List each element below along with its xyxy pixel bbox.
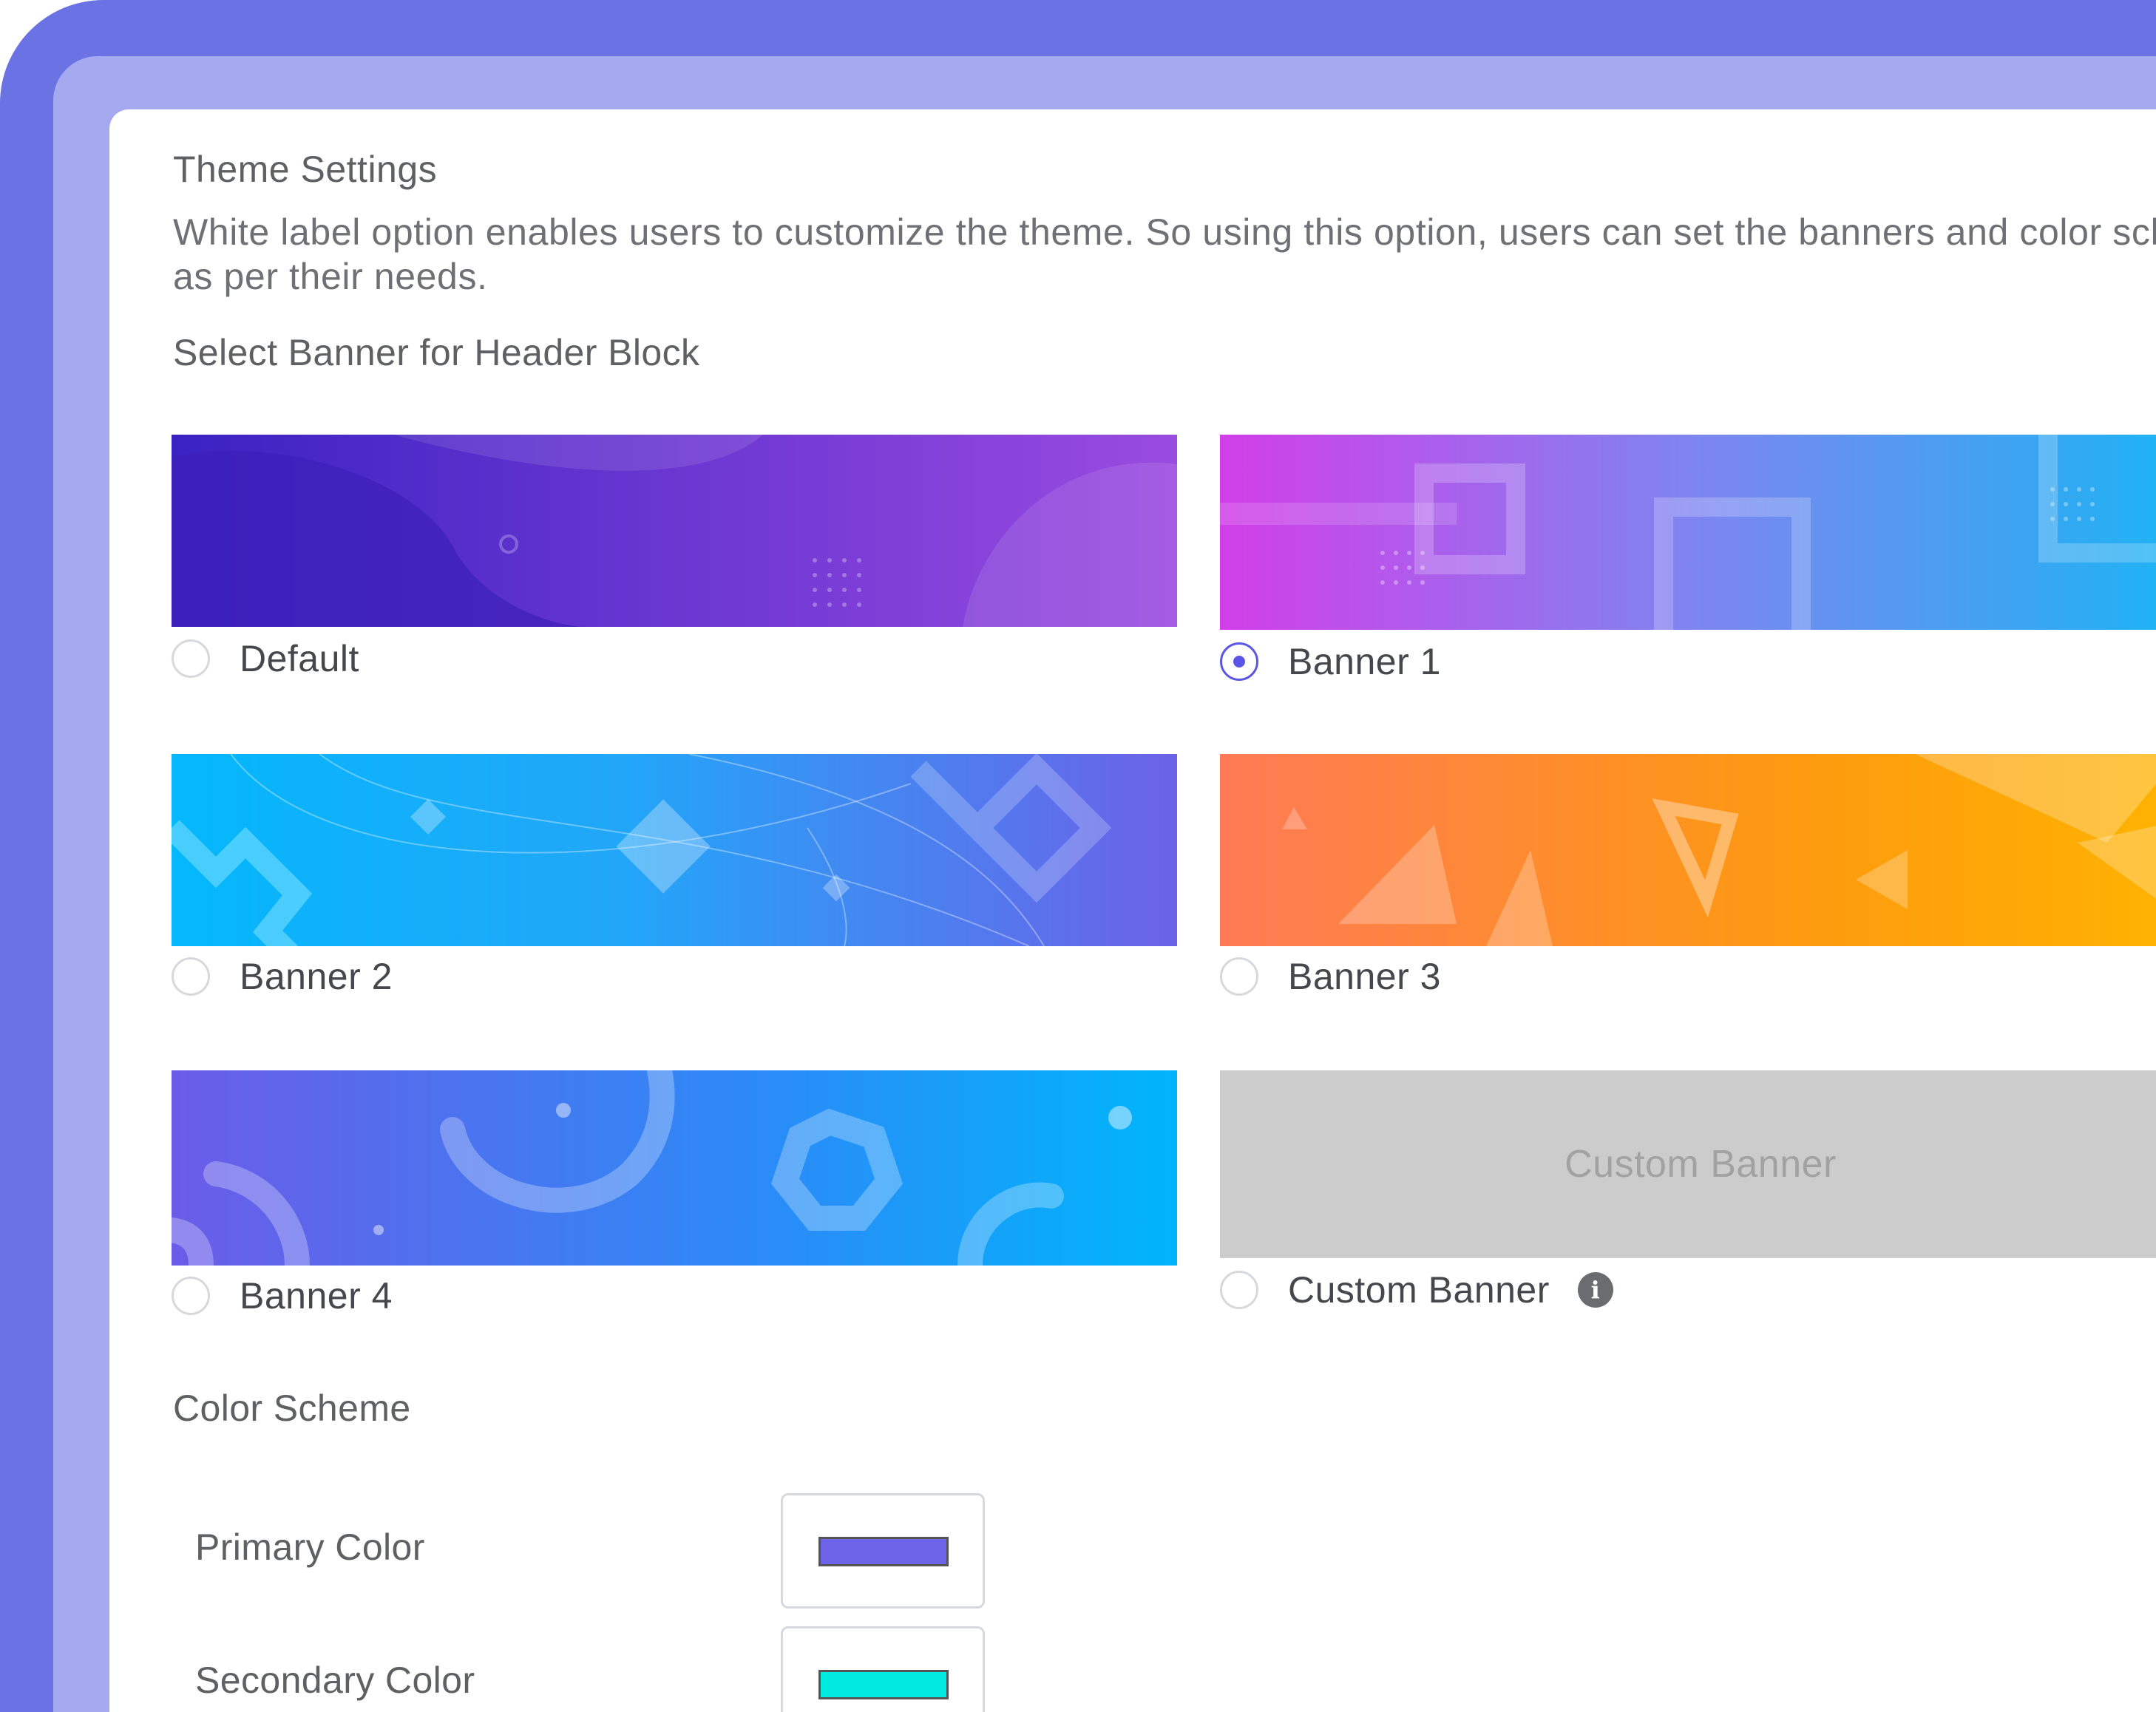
banner-3-option[interactable]: Banner 3 bbox=[1220, 955, 1441, 998]
banner-4-option[interactable]: Banner 4 bbox=[172, 1274, 393, 1317]
banner-3-radio[interactable] bbox=[1220, 957, 1258, 996]
banner-2-art bbox=[172, 754, 1177, 946]
banner-4-preview[interactable] bbox=[172, 1070, 1177, 1266]
banner-default-radio[interactable] bbox=[172, 639, 210, 678]
primary-color-picker[interactable] bbox=[781, 1493, 985, 1609]
color-scheme-label: Color Scheme bbox=[173, 1387, 411, 1429]
custom-banner-placeholder[interactable]: Custom Banner bbox=[1220, 1070, 2156, 1258]
banner-2-radio[interactable] bbox=[172, 957, 210, 996]
info-icon[interactable]: i bbox=[1577, 1272, 1613, 1308]
secondary-color-label: Secondary Color bbox=[195, 1660, 475, 1701]
banner-default-preview[interactable] bbox=[172, 435, 1177, 627]
banner-1-art bbox=[1220, 435, 2156, 630]
primary-color-label: Primary Color bbox=[195, 1526, 425, 1568]
page-description: White label option enables users to cust… bbox=[173, 211, 2156, 297]
theme-settings-panel: Theme Settings White label option enable… bbox=[109, 109, 2156, 1712]
banner-default-label: Default bbox=[240, 638, 359, 679]
banner-default-art bbox=[172, 435, 1177, 627]
banner-4-art bbox=[172, 1070, 1177, 1266]
banner-4-radio[interactable] bbox=[172, 1277, 210, 1315]
page-title: Theme Settings bbox=[173, 149, 438, 190]
custom-banner-option[interactable]: Custom Banner i bbox=[1220, 1268, 1613, 1311]
custom-banner-placeholder-text: Custom Banner bbox=[1565, 1143, 1837, 1186]
secondary-color-swatch bbox=[818, 1670, 949, 1699]
banner-3-label: Banner 3 bbox=[1288, 956, 1441, 997]
primary-color-swatch bbox=[818, 1537, 949, 1566]
banner-2-option[interactable]: Banner 2 bbox=[172, 955, 393, 998]
banner-3-art bbox=[1220, 754, 2156, 946]
secondary-color-picker[interactable] bbox=[781, 1626, 985, 1712]
banner-2-preview[interactable] bbox=[172, 754, 1177, 946]
banner-1-option[interactable]: Banner 1 bbox=[1220, 640, 1441, 683]
banner-4-label: Banner 4 bbox=[240, 1275, 393, 1317]
banner-2-label: Banner 2 bbox=[240, 956, 393, 997]
banner-1-preview[interactable] bbox=[1220, 435, 2156, 630]
banner-1-radio[interactable] bbox=[1220, 642, 1258, 681]
banner-default-option[interactable]: Default bbox=[172, 637, 359, 680]
custom-banner-radio[interactable] bbox=[1220, 1271, 1258, 1309]
banner-section-label: Select Banner for Header Block bbox=[173, 332, 700, 373]
banner-3-preview[interactable] bbox=[1220, 754, 2156, 946]
custom-banner-label: Custom Banner bbox=[1288, 1269, 1550, 1311]
banner-1-label: Banner 1 bbox=[1288, 641, 1441, 682]
